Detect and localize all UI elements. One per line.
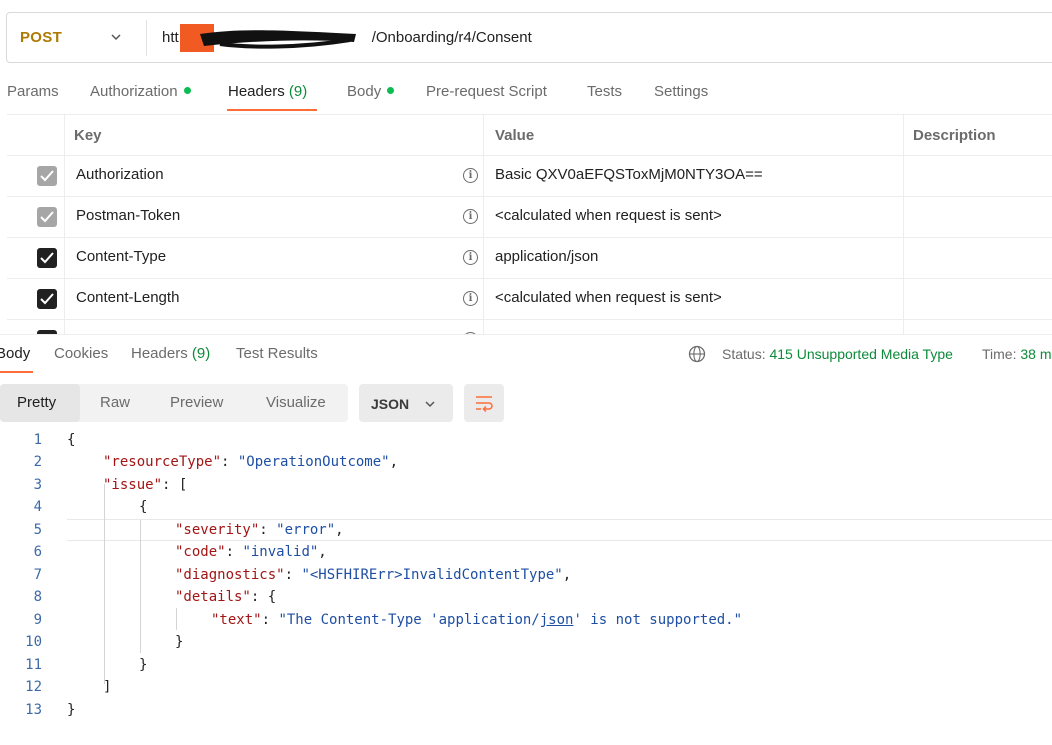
tab-params[interactable]: Params (7, 83, 59, 100)
table-row: Content-Type i application/json (7, 238, 1052, 279)
tab-authorization[interactable]: Authorization (90, 83, 191, 100)
response-time[interactable]: Time: 38 m (982, 346, 1052, 362)
table-row: Postman-Token i <calculated when request… (7, 197, 1052, 238)
table-row: Content-Length i <calculated when reques… (7, 279, 1052, 320)
code-line: "issue": [ (103, 477, 188, 493)
code-line: "details": { (175, 589, 277, 605)
column-value: Value (495, 127, 535, 144)
table-header-row: Key Value Description (7, 114, 1052, 156)
indent-guide (176, 608, 177, 630)
code-line: "resourceType": "OperationOutcome", (103, 454, 399, 470)
active-tab-indicator (227, 109, 317, 111)
tab-cookies[interactable]: Cookies (54, 345, 108, 362)
tab-tests[interactable]: Tests (587, 83, 622, 100)
indent-guide (140, 520, 141, 653)
wrap-lines-icon (476, 396, 493, 413)
code-line: "diagnostics": "<HSFHIRErr>InvalidConten… (175, 567, 572, 583)
column-description: Description (913, 127, 996, 144)
line-number: 8 (33, 589, 42, 605)
line-number: 7 (33, 567, 42, 583)
tab-body[interactable]: Body (347, 83, 395, 100)
line-number: 2 (33, 454, 42, 470)
table-row: Authorization i Basic QXV0aEFQSToxMjM0NT… (7, 156, 1052, 197)
line-number: 4 (33, 499, 42, 515)
info-icon[interactable]: i (463, 168, 478, 183)
line-number: 1 (33, 432, 42, 448)
line-number: 5 (33, 522, 42, 538)
header-value[interactable]: Basic QXV0aEFQSToxMjM0NTY3OA== (495, 166, 763, 183)
url-path: /Onboarding/r4/Consent (371, 29, 532, 46)
column-key: Key (74, 127, 102, 144)
line-number: 3 (33, 477, 42, 493)
header-key[interactable]: Content-Type (76, 248, 166, 265)
header-key[interactable]: Content-Length (76, 289, 179, 306)
tab-response-headers[interactable]: Headers (9) (131, 345, 210, 362)
headers-table: Key Value Description Authorization i Ba… (7, 114, 1052, 334)
info-icon[interactable]: i (463, 250, 478, 265)
code-line: "code": "invalid", (175, 544, 327, 560)
header-value[interactable]: <calculated when request is sent> (495, 289, 722, 306)
row-checkbox[interactable] (37, 166, 57, 186)
row-checkbox[interactable] (37, 207, 57, 227)
mode-preview[interactable]: Preview (170, 394, 223, 411)
mode-visualize[interactable]: Visualize (266, 394, 326, 411)
tab-headers[interactable]: Headers (9) (228, 83, 307, 100)
row-checkbox[interactable] (37, 289, 57, 309)
tab-settings[interactable]: Settings (654, 83, 708, 100)
mode-raw[interactable]: Raw (100, 394, 130, 411)
response-code-view[interactable]: 1 2 3 4 5 6 7 8 9 10 11 12 13 { "resourc… (0, 430, 1052, 730)
header-value[interactable]: application/json (495, 248, 598, 265)
header-key[interactable]: Authorization (76, 166, 164, 183)
line-number: 10 (25, 634, 42, 650)
chevron-down-icon[interactable] (110, 31, 122, 43)
indent-guide (104, 484, 105, 684)
code-line: "text": "The Content-Type 'application/j… (211, 612, 743, 628)
header-value[interactable]: <calculated when request is sent> (495, 207, 722, 224)
info-icon[interactable]: i (463, 209, 478, 224)
column-divider (903, 114, 904, 334)
tab-test-results[interactable]: Test Results (236, 345, 318, 362)
line-number: 13 (25, 702, 42, 718)
tab-pre-request-script[interactable]: Pre-request Script (426, 83, 547, 100)
code-line: { (67, 432, 76, 448)
redaction-scribble (180, 24, 356, 52)
tab-response-body[interactable]: Body (0, 345, 30, 362)
wrap-lines-button[interactable] (464, 384, 504, 422)
line-number: 11 (25, 657, 42, 673)
code-line: { (139, 499, 148, 515)
code-line: } (139, 657, 148, 673)
url-divider (146, 20, 147, 56)
header-key[interactable]: Postman-Token (76, 207, 180, 224)
response-divider (0, 334, 1052, 335)
info-icon[interactable]: i (463, 291, 478, 306)
row-checkbox[interactable] (37, 248, 57, 268)
line-number: 12 (25, 679, 42, 695)
code-line: } (67, 702, 76, 718)
code-line: ] (103, 679, 112, 695)
format-label: JSON (371, 396, 410, 412)
chevron-down-icon (425, 401, 435, 408)
response-status[interactable]: Status: 415 Unsupported Media Type (722, 346, 953, 362)
line-number: 6 (33, 544, 42, 560)
indicator-dot (183, 87, 191, 94)
column-divider (483, 114, 484, 334)
mode-pretty[interactable]: Pretty (17, 394, 56, 411)
line-number: 9 (33, 612, 42, 628)
code-line: } (175, 634, 184, 650)
method-select[interactable]: POST (20, 29, 62, 46)
code-line: "severity": "error", (175, 522, 344, 538)
globe-icon[interactable] (688, 345, 706, 363)
column-divider (64, 114, 65, 334)
table-row (7, 320, 1052, 334)
active-tab-indicator (0, 371, 33, 373)
indicator-dot (387, 87, 395, 94)
